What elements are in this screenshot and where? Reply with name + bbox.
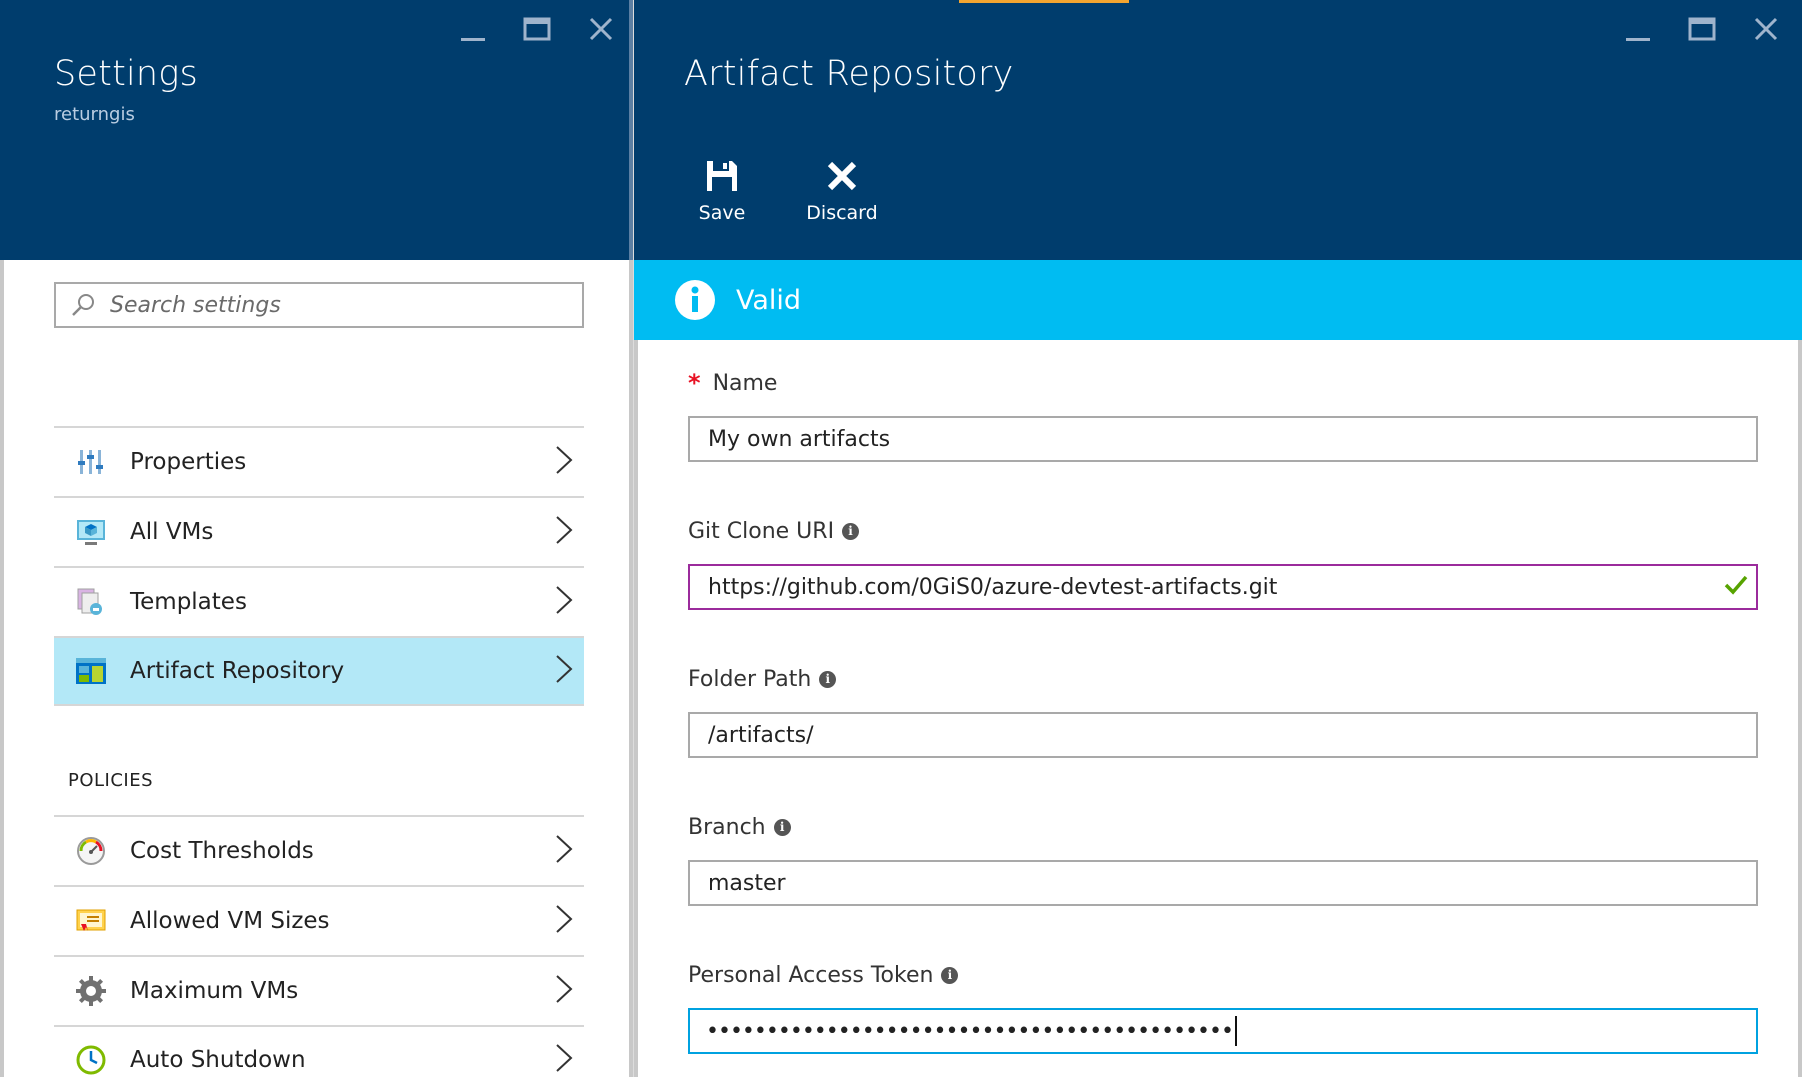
git-clone-uri-input[interactable]: [706, 573, 1690, 601]
chevron-right-icon: [554, 444, 574, 480]
settings-subtitle: returngis: [54, 104, 135, 125]
menu-item-label: All VMs: [130, 519, 214, 545]
menu-item-properties[interactable]: Properties: [54, 426, 584, 496]
close-icon: [589, 17, 613, 41]
folder-path-input-box[interactable]: [688, 712, 1758, 758]
validation-status-text: Valid: [736, 284, 802, 316]
minimize-button[interactable]: [451, 10, 495, 48]
save-button[interactable]: Save: [672, 156, 772, 236]
menu-item-auto-shutdown[interactable]: Auto Shutdown: [54, 1025, 584, 1077]
menu-item-label: Auto Shutdown: [130, 1047, 306, 1073]
branch-input[interactable]: [706, 869, 1690, 897]
discard-label: Discard: [806, 202, 878, 224]
artifact-blade-header: Artifact Repository Save Discard: [634, 0, 1802, 260]
menu-item-artifact-repository[interactable]: Artifact Repository: [54, 636, 584, 706]
menu-item-label: Properties: [130, 449, 247, 475]
vm-icon: [74, 515, 108, 549]
chevron-right-icon: [554, 653, 574, 689]
save-icon: [702, 156, 742, 196]
maximize-button[interactable]: [1680, 10, 1724, 48]
maximize-icon: [1688, 17, 1716, 41]
validation-status-bar: Valid: [634, 260, 1802, 340]
menu-item-label: Cost Thresholds: [130, 838, 314, 864]
personal-access-token-field: Personal Access Token i ••••••••••••••••…: [688, 960, 1758, 1054]
menu-item-templates[interactable]: Templates: [54, 566, 584, 636]
menu-item-label: Templates: [130, 589, 247, 615]
settings-body: Properties All VMs Templates: [0, 260, 633, 1077]
personal-access-token-input-box[interactable]: ••••••••••••••••••••••••••••••••••••••••…: [688, 1008, 1758, 1054]
minimize-icon: [461, 38, 485, 41]
menu-item-allowed-vm-sizes[interactable]: Allowed VM Sizes: [54, 885, 584, 955]
search-icon: [68, 290, 98, 320]
info-icon[interactable]: i: [773, 818, 791, 836]
info-icon[interactable]: i: [842, 522, 860, 540]
folder-path-label: Folder Path: [688, 666, 812, 692]
search-input[interactable]: [108, 291, 562, 319]
chevron-right-icon: [554, 514, 574, 550]
gear-icon: [74, 974, 108, 1008]
name-input[interactable]: [706, 425, 1690, 453]
branch-input-box[interactable]: [688, 860, 1758, 906]
menu-item-maximum-vms[interactable]: Maximum VMs: [54, 955, 584, 1025]
name-label: Name: [712, 370, 778, 396]
policies-section-label: POLICIES: [68, 770, 154, 791]
maximize-icon: [523, 17, 551, 41]
artifact-form: * Name Git Clone URI i Folder Path: [634, 340, 1802, 1077]
vm-sizes-icon: [74, 904, 108, 938]
folder-path-field: Folder Path i: [688, 664, 1758, 758]
discard-icon: [822, 156, 862, 196]
chevron-right-icon: [554, 903, 574, 939]
git-clone-uri-field: Git Clone URI i: [688, 516, 1758, 610]
artifact-title: Artifact Repository: [684, 54, 1014, 94]
close-button[interactable]: [579, 10, 623, 48]
policies-menu: Cost Thresholds Allowed VM Sizes Maximum…: [54, 815, 584, 1077]
required-marker: *: [688, 369, 701, 397]
checkmark-icon: [1724, 574, 1748, 600]
chevron-right-icon: [554, 833, 574, 869]
chevron-right-icon: [554, 1042, 574, 1077]
personal-access-token-input[interactable]: ••••••••••••••••••••••••••••••••••••••••…: [706, 1019, 1234, 1044]
personal-access-token-label: Personal Access Token: [688, 962, 934, 988]
search-box[interactable]: [54, 282, 584, 328]
clock-icon: [74, 1043, 108, 1077]
settings-menu: Properties All VMs Templates Artifact Re…: [54, 426, 584, 706]
minimize-icon: [1626, 38, 1650, 41]
chevron-right-icon: [554, 973, 574, 1009]
top-accent-bar: [959, 0, 1129, 3]
branch-field: Branch i: [688, 812, 1758, 906]
maximize-button[interactable]: [515, 10, 559, 48]
settings-blade: Settings returngis Properties: [0, 0, 633, 1077]
menu-item-label: Allowed VM Sizes: [130, 908, 330, 934]
artifact-window-controls: [1616, 10, 1788, 48]
menu-item-label: Maximum VMs: [130, 978, 299, 1004]
artifact-repository-blade: Artifact Repository Save Discard Valid *: [634, 0, 1802, 1077]
settings-title: Settings: [54, 54, 198, 94]
discard-button[interactable]: Discard: [792, 156, 892, 236]
menu-item-cost-thresholds[interactable]: Cost Thresholds: [54, 815, 584, 885]
menu-item-all-vms[interactable]: All VMs: [54, 496, 584, 566]
templates-icon: [74, 585, 108, 619]
git-clone-uri-input-box[interactable]: [688, 564, 1758, 610]
artifact-repository-icon: [74, 654, 108, 688]
name-input-box[interactable]: [688, 416, 1758, 462]
gauge-icon: [74, 834, 108, 868]
info-icon: [675, 280, 715, 320]
close-icon: [1754, 17, 1778, 41]
text-caret: [1234, 1016, 1237, 1046]
info-icon[interactable]: i: [941, 966, 959, 984]
branch-label: Branch: [688, 814, 766, 840]
folder-path-input[interactable]: [706, 721, 1690, 749]
minimize-button[interactable]: [1616, 10, 1660, 48]
properties-icon: [74, 445, 108, 479]
settings-blade-header: Settings returngis: [0, 0, 633, 260]
menu-item-label: Artifact Repository: [130, 658, 345, 684]
command-bar: Save Discard: [672, 156, 892, 236]
git-clone-uri-label: Git Clone URI: [688, 518, 835, 544]
settings-window-controls: [451, 10, 623, 48]
close-button[interactable]: [1744, 10, 1788, 48]
save-label: Save: [698, 202, 746, 224]
info-icon[interactable]: i: [819, 670, 837, 688]
name-field: * Name: [688, 368, 1758, 462]
chevron-right-icon: [554, 584, 574, 620]
